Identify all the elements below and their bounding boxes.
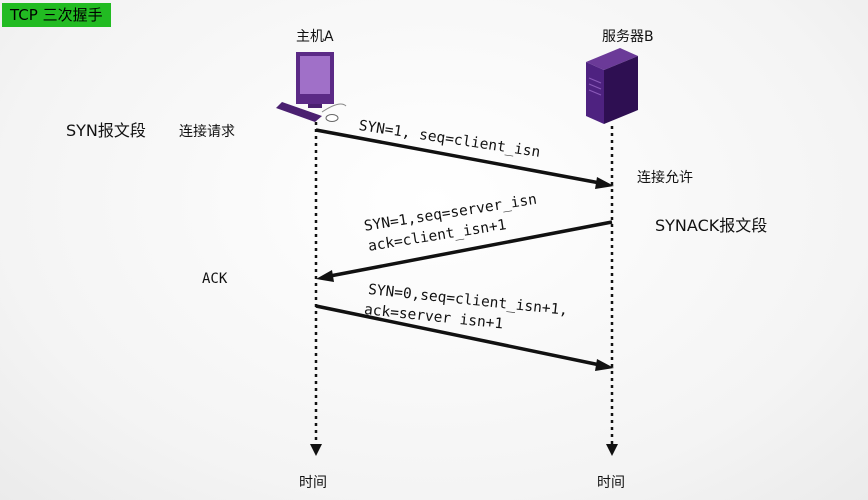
server-timeline-arrowhead	[606, 444, 618, 456]
ack-label: ACK	[202, 271, 228, 287]
synack-segment-label: SYNACK报文段	[655, 216, 768, 235]
server-tower-icon	[586, 48, 638, 124]
syn-segment-label: SYN报文段	[66, 121, 146, 140]
handshake-diagram	[276, 48, 638, 456]
desktop-computer-icon	[276, 52, 347, 122]
host-time-label: 时间	[299, 475, 327, 491]
server-time-label: 时间	[597, 475, 625, 491]
host-timeline-arrowhead	[310, 444, 322, 456]
connect-request-label: 连接请求	[179, 124, 235, 140]
connect-allow-label: 连接允许	[637, 170, 693, 186]
